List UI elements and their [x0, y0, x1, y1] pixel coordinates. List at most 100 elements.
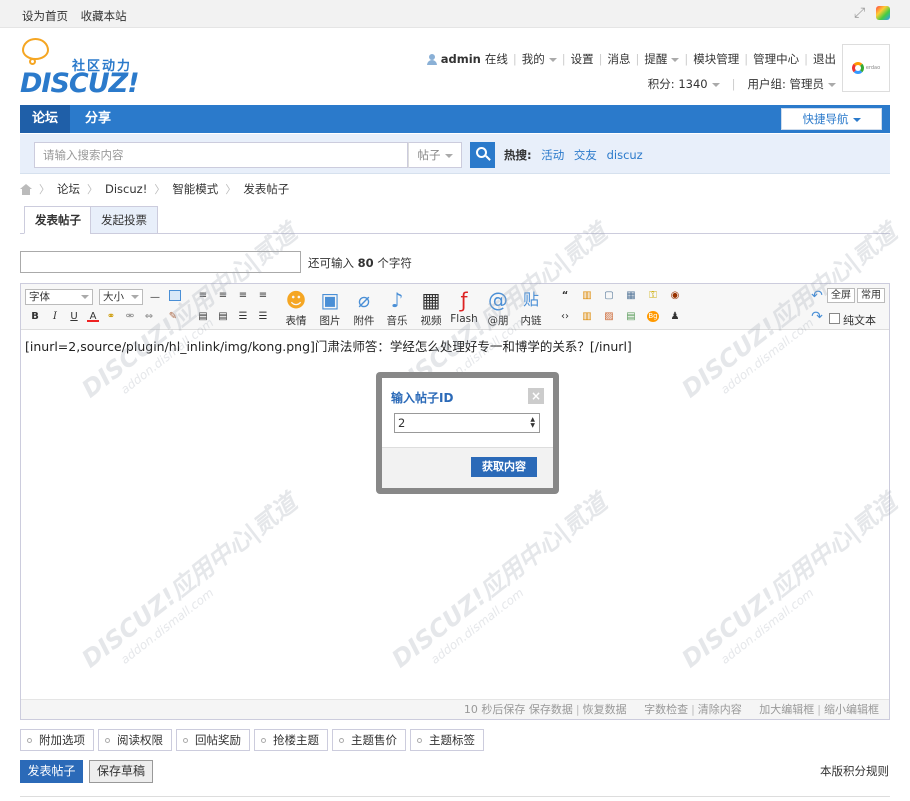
undo-icon[interactable]: ↶	[811, 289, 823, 303]
notice-menu[interactable]: 提醒	[644, 51, 680, 67]
fetch-content-button[interactable]: 获取内容	[471, 457, 537, 477]
fullscreen-button[interactable]: 全屏	[827, 288, 855, 303]
hot-word-link[interactable]: 活动	[541, 148, 564, 162]
tab-new-post[interactable]: 发表帖子	[24, 206, 92, 234]
align-left-icon[interactable]: ≡	[197, 290, 209, 301]
breadcrumb-item[interactable]: 论坛	[57, 181, 80, 197]
avatar-label: erdao	[865, 65, 881, 71]
credits-menu[interactable]: 积分: 1340	[648, 76, 720, 92]
background-color-icon[interactable]	[169, 290, 181, 301]
module-admin-link[interactable]: 模块管理	[693, 51, 739, 67]
link-icon[interactable]: ⚭	[105, 311, 117, 322]
font-select[interactable]: 字体	[25, 289, 93, 305]
plain-text-checkbox[interactable]	[829, 313, 840, 324]
float-left-icon[interactable]: ▤	[197, 311, 209, 322]
align-center-icon[interactable]: ≡	[217, 290, 229, 301]
unordered-list-icon[interactable]: ☰	[257, 311, 269, 322]
logout-link[interactable]: 退出	[813, 51, 836, 67]
home-icon[interactable]	[20, 183, 32, 195]
hide-icon[interactable]: ▥	[581, 290, 593, 301]
redo-icon[interactable]: ↷	[811, 310, 823, 324]
user-group-menu[interactable]: 用户组: 管理员	[747, 76, 836, 92]
option-read-permission[interactable]: 阅读权限	[98, 729, 172, 751]
option-extra[interactable]: 附加选项	[20, 729, 94, 751]
breadcrumb-item[interactable]: Discuz!	[105, 182, 147, 196]
clear-content-link[interactable]: 清除内容	[698, 703, 742, 716]
table-icon[interactable]: ▦	[625, 290, 637, 301]
search-type-select[interactable]: 帖子	[408, 142, 462, 168]
unlink-icon[interactable]: ⚮	[124, 311, 136, 322]
username-link[interactable]: admin	[441, 52, 481, 66]
submit-post-button[interactable]: 发表帖子	[20, 760, 83, 783]
code-block-icon[interactable]: ▢	[603, 290, 615, 301]
my-menu[interactable]: 我的	[522, 51, 557, 67]
background-icon[interactable]: Bg	[647, 311, 659, 322]
shrink-editor-link[interactable]: 缩小编辑框	[824, 703, 879, 716]
post-type-tabs: 发表帖子 发起投票	[20, 206, 890, 234]
post-id-input[interactable]: 2 ▲ ▼	[394, 413, 540, 433]
bookmark-link[interactable]: 收藏本站	[81, 9, 127, 23]
subject-input[interactable]	[20, 251, 301, 273]
common-button[interactable]: 常用	[857, 288, 885, 303]
nav-tab-share[interactable]: 分享	[72, 105, 124, 133]
italic-icon[interactable]: I	[49, 311, 61, 322]
hot-word-link[interactable]: discuz	[607, 148, 643, 162]
qq-icon[interactable]: ♟	[669, 311, 681, 322]
site-logo[interactable]: 社区动力 DISCUZ!	[20, 38, 140, 99]
editor-content[interactable]: [inurl=2,source/plugin/hl_inlink/img/kon…	[25, 336, 632, 355]
password-icon[interactable]: ⚿	[647, 290, 659, 301]
set-home-link[interactable]: 设为首页	[22, 9, 68, 23]
admin-center-link[interactable]: 管理中心	[753, 51, 799, 67]
word-check-link[interactable]: 字数检查	[644, 703, 688, 716]
align-justify-icon[interactable]: ≡	[257, 290, 269, 301]
gallery-icon[interactable]: ▨	[603, 311, 615, 322]
option-reply-reward[interactable]: 回帖奖励	[176, 729, 250, 751]
restore-data-link[interactable]: 恢复数据	[583, 703, 627, 716]
option-tags[interactable]: 主题标签	[410, 729, 484, 751]
source-code-icon[interactable]: ‹›	[559, 311, 571, 322]
horizontal-line-icon[interactable]: —	[149, 292, 161, 303]
save-data-link[interactable]: 保存数据	[529, 703, 573, 716]
nav-tab-forum[interactable]: 论坛	[20, 105, 70, 133]
tab-new-poll[interactable]: 发起投票	[90, 206, 158, 234]
messages-link[interactable]: 消息	[608, 51, 631, 67]
align-right-icon[interactable]: ≡	[237, 290, 249, 301]
underline-icon[interactable]: U	[68, 311, 80, 322]
float-right-icon[interactable]: ▤	[217, 311, 229, 322]
stepper-icon[interactable]: ▲ ▼	[530, 417, 535, 429]
hot-search-label: 热搜:	[504, 148, 532, 162]
option-floor-grab[interactable]: 抢楼主题	[254, 729, 328, 751]
search-input[interactable]: 请输入搜索内容	[34, 142, 408, 168]
online-status[interactable]: 在线	[485, 51, 508, 67]
quick-nav-button[interactable]: 快捷导航	[781, 108, 882, 130]
enlarge-editor-link[interactable]: 加大编辑框	[759, 703, 814, 716]
quote-icon[interactable]: “	[559, 290, 571, 301]
size-select[interactable]: 大小	[99, 289, 143, 305]
top-bar: 设为首页 收藏本站 ⤢	[0, 0, 910, 28]
ordered-list-icon[interactable]: ☰	[237, 311, 249, 322]
avatar[interactable]: erdao	[842, 44, 890, 92]
expand-icon[interactable]: ⤢	[854, 6, 868, 20]
chevron-down-icon	[852, 117, 861, 122]
quote-block-icon[interactable]: ⇔	[143, 311, 155, 322]
media-icon[interactable]: ◉	[669, 290, 681, 301]
lock-icon[interactable]: ▥	[581, 311, 593, 322]
settings-link[interactable]: 设置	[571, 51, 594, 67]
credit-rules-link[interactable]: 本版积分规则	[820, 763, 889, 779]
inlink-button[interactable]: 贴内链	[511, 288, 551, 328]
save-draft-button[interactable]: 保存草稿	[89, 760, 153, 783]
avatar-logo-icon	[851, 62, 864, 74]
post-id-dialog: 输入帖子ID × 2 ▲ ▼ 获取内容	[376, 372, 559, 494]
chevron-down-icon	[548, 57, 557, 62]
free-content-icon[interactable]: ▤	[625, 311, 637, 322]
bold-icon[interactable]: B	[29, 311, 41, 322]
breadcrumb-item[interactable]: 智能模式	[172, 181, 218, 197]
theme-switch-icon[interactable]	[876, 6, 890, 20]
font-color-icon[interactable]: A	[87, 311, 99, 322]
option-price[interactable]: 主题售价	[332, 729, 406, 751]
extra-options: 附加选项 阅读权限 回帖奖励 抢楼主题 主题售价 主题标签	[20, 729, 484, 751]
close-icon[interactable]: ×	[528, 388, 544, 404]
search-button[interactable]	[470, 142, 495, 168]
hot-word-link[interactable]: 交友	[574, 148, 597, 162]
clear-format-icon[interactable]: ✎	[167, 311, 179, 322]
